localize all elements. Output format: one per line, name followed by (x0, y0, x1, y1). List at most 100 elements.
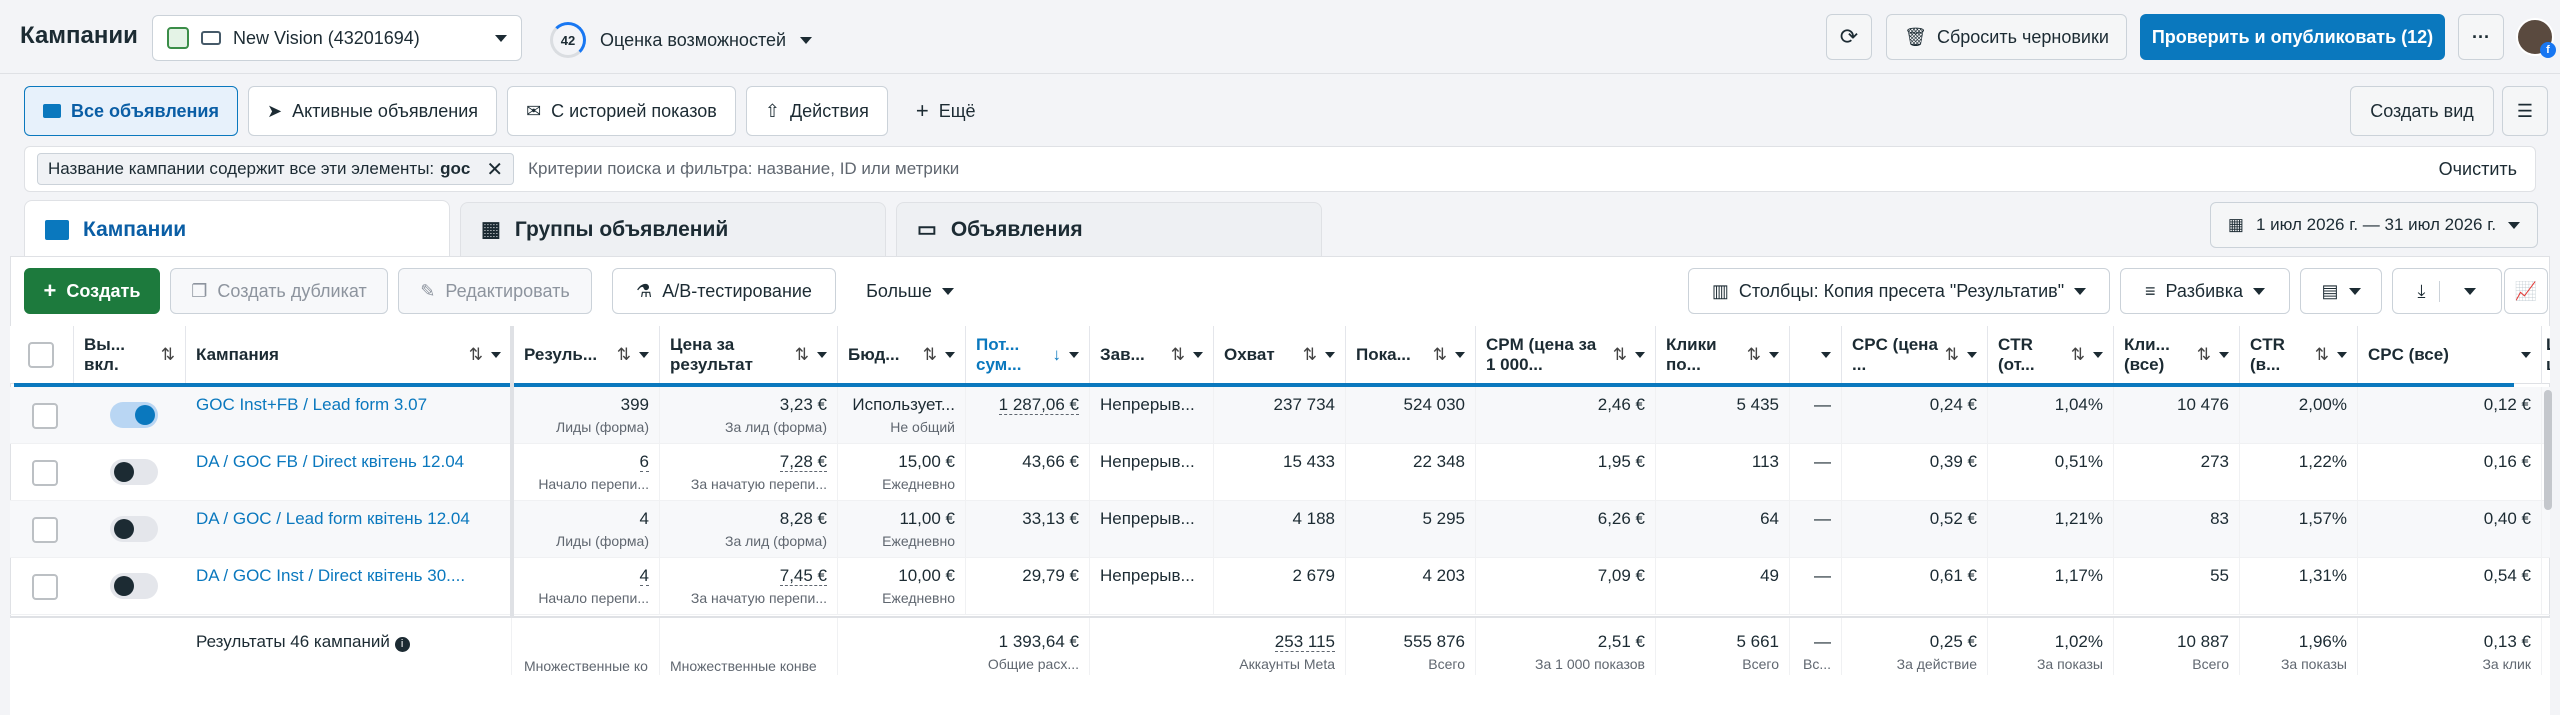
chevron-down-icon[interactable] (1325, 352, 1335, 358)
col-reach[interactable]: Охват ⇅ (1214, 326, 1346, 384)
tab-with-delivery[interactable]: ✉ С историей показов (507, 86, 736, 136)
select-all-checkbox[interactable] (28, 342, 54, 368)
col-cost-per-result[interactable]: Цена за результат ⇅ (660, 326, 838, 384)
close-icon[interactable]: ✕ (486, 157, 503, 182)
col-cpc-all[interactable]: CPC (все) (2358, 326, 2542, 384)
col-extra[interactable] (1790, 326, 1842, 384)
chevron-down-icon[interactable] (491, 352, 501, 358)
delivery-toggle[interactable] (110, 459, 158, 485)
col-campaign[interactable]: Кампания ⇅ (186, 326, 512, 384)
campaign-name-link[interactable]: DA / GOC FB / Direct квітень 12.04 (196, 452, 464, 471)
view-settings-button[interactable]: ☰ (2502, 86, 2548, 136)
campaign-name-link[interactable]: GOC Inst+FB / Lead form 3.07 (196, 395, 427, 414)
delivery-toggle[interactable] (110, 516, 158, 542)
col-link-clicks[interactable]: Клики по... ⇅ (1656, 326, 1790, 384)
col-ctr[interactable]: CTR (от... ⇅ (1988, 326, 2114, 384)
tab-ads[interactable]: ▭ Объявления (896, 202, 1322, 256)
filter-chip[interactable]: Название кампании содержит все эти элеме… (37, 153, 515, 185)
col-budget[interactable]: Бюд... ⇅ (838, 326, 966, 384)
campaign-name-link[interactable]: DA / GOC / Lead form квітень 12.04 (196, 509, 470, 528)
col-on-off[interactable]: Вы... вкл. ⇅ (74, 326, 186, 384)
chevron-down-icon[interactable] (639, 352, 649, 358)
col-amount-spent[interactable]: Пот... сум... ↓ (966, 326, 1090, 384)
col-cpc[interactable]: CPC (цена ... ⇅ (1842, 326, 1988, 384)
vertical-scrollbar[interactable] (2544, 390, 2552, 510)
tab-actions[interactable]: ⇧ Действия (745, 86, 888, 136)
review-publish-button[interactable]: Проверить и опубликовать (12) (2140, 14, 2445, 60)
chevron-down-icon[interactable] (1193, 352, 1203, 358)
account-selector[interactable]: New Vision (43201694) (152, 15, 522, 61)
table-row[interactable]: GOC Inst+FB / Lead form 3.07 399 Лиды (фор… (10, 387, 2550, 444)
export-button[interactable]: ⤓ (2392, 268, 2502, 314)
chevron-down-icon[interactable] (1821, 352, 1831, 358)
row-checkbox[interactable] (32, 517, 58, 543)
tab-ad-sets[interactable]: ▦ Группы объявлений (460, 202, 886, 256)
table-row[interactable]: DA / GOC FB / Direct квітень 12.04 6 Начал… (10, 444, 2550, 501)
chevron-down-icon[interactable] (945, 352, 955, 358)
sort-icon[interactable]: ⇅ (923, 345, 937, 365)
row-checkbox[interactable] (32, 403, 58, 429)
table-row[interactable]: DA / GOC / Lead form квітень 12.04 4 Лиды … (10, 501, 2550, 558)
sort-desc-icon[interactable]: ↓ (1053, 345, 1062, 365)
col-results[interactable]: Резуль... ⇅ (514, 326, 660, 384)
more-actions-button[interactable]: Больше (850, 268, 970, 314)
delivery-toggle[interactable] (110, 573, 158, 599)
chevron-down-icon[interactable] (2219, 352, 2229, 358)
sort-icon[interactable]: ⇅ (1303, 345, 1317, 365)
campaign-name-link[interactable]: DA / GOC Inst / Direct квітень 30.... (196, 566, 465, 585)
create-view-button[interactable]: Создать вид (2350, 86, 2494, 136)
opportunity-score[interactable]: 42 Оценка возможностей (550, 22, 813, 58)
sort-icon[interactable]: ⇅ (1613, 345, 1627, 365)
tab-active-ads[interactable]: ➤ Активные объявления (248, 86, 498, 136)
sort-icon[interactable]: ⇅ (617, 345, 631, 365)
chevron-down-icon[interactable] (2093, 352, 2103, 358)
refresh-button[interactable]: ⟳ (1826, 14, 1872, 60)
sort-icon[interactable]: ⇅ (1171, 345, 1185, 365)
chevron-down-icon[interactable] (1967, 352, 1977, 358)
sort-icon[interactable]: ⇅ (1433, 345, 1447, 365)
date-range-picker[interactable]: ▦ 1 июл 2026 г. — 31 июл 2026 г. (2210, 202, 2538, 248)
discard-drafts-button[interactable]: 🗑 Сбросить черновики (1886, 14, 2127, 60)
sort-icon[interactable]: ⇅ (1945, 345, 1959, 365)
ab-test-button[interactable]: ⚗ A/B-тестирование (612, 268, 836, 314)
chevron-down-icon[interactable] (1455, 352, 1465, 358)
chevron-down-icon[interactable] (2521, 352, 2531, 358)
create-button[interactable]: + Создать (24, 268, 160, 314)
tab-all-ads[interactable]: Все объявления (24, 86, 238, 136)
tab-campaigns[interactable]: Кампании (24, 200, 450, 258)
clear-filters-button[interactable]: Очистить (2439, 159, 2517, 180)
edit-button[interactable]: ✎ Редактировать (398, 268, 592, 314)
chart-button[interactable]: 📈 (2504, 268, 2548, 314)
sort-icon[interactable]: ⇅ (161, 345, 175, 365)
more-options-button[interactable]: ··· (2458, 14, 2504, 60)
col-cpm[interactable]: CPM (цена за 1 000... ⇅ (1476, 326, 1656, 384)
chevron-down-icon[interactable] (1069, 352, 1079, 358)
sort-icon[interactable]: ⇅ (1747, 345, 1761, 365)
search-filter-bar[interactable]: Название кампании содержит все эти элеме… (24, 146, 2536, 192)
columns-button[interactable]: ▥ Столбцы: Копия пресета "Результатив" (1688, 268, 2110, 314)
col-ends[interactable]: Зав... ⇅ (1090, 326, 1214, 384)
chevron-down-icon[interactable] (1635, 352, 1645, 358)
table-row[interactable]: DA / GOC Inst / Direct квітень 30.... 4 На… (10, 558, 2550, 615)
chevron-down-icon[interactable] (1769, 352, 1779, 358)
breakdown-button[interactable]: ≡ Разбивка (2120, 268, 2290, 314)
duplicate-button[interactable]: ❐ Создать дубликат (170, 268, 388, 314)
sort-icon[interactable]: ⇅ (2071, 345, 2085, 365)
delivery-toggle[interactable] (110, 402, 158, 428)
chevron-down-icon[interactable] (817, 352, 827, 358)
col-clicks-all[interactable]: Кли... (все) ⇅ (2114, 326, 2240, 384)
sort-icon[interactable]: ⇅ (2315, 345, 2329, 365)
row-checkbox[interactable] (32, 460, 58, 486)
info-icon[interactable]: i (394, 637, 410, 652)
tab-more[interactable]: + Ещё (898, 86, 994, 136)
col-impressions[interactable]: Пока... ⇅ (1346, 326, 1476, 384)
chevron-down-icon[interactable] (2337, 352, 2347, 358)
search-input[interactable]: Критерии поиска и фильтра: название, ID … (528, 159, 2424, 179)
sort-icon[interactable]: ⇅ (795, 345, 809, 365)
sort-icon[interactable]: ⇅ (469, 345, 483, 365)
col-ctr-all[interactable]: CTR (в... ⇅ (2240, 326, 2358, 384)
avatar[interactable]: f (2516, 18, 2556, 58)
reports-button[interactable]: ▤ (2300, 268, 2382, 314)
row-checkbox[interactable] (32, 574, 58, 600)
sort-icon[interactable]: ⇅ (2197, 345, 2211, 365)
